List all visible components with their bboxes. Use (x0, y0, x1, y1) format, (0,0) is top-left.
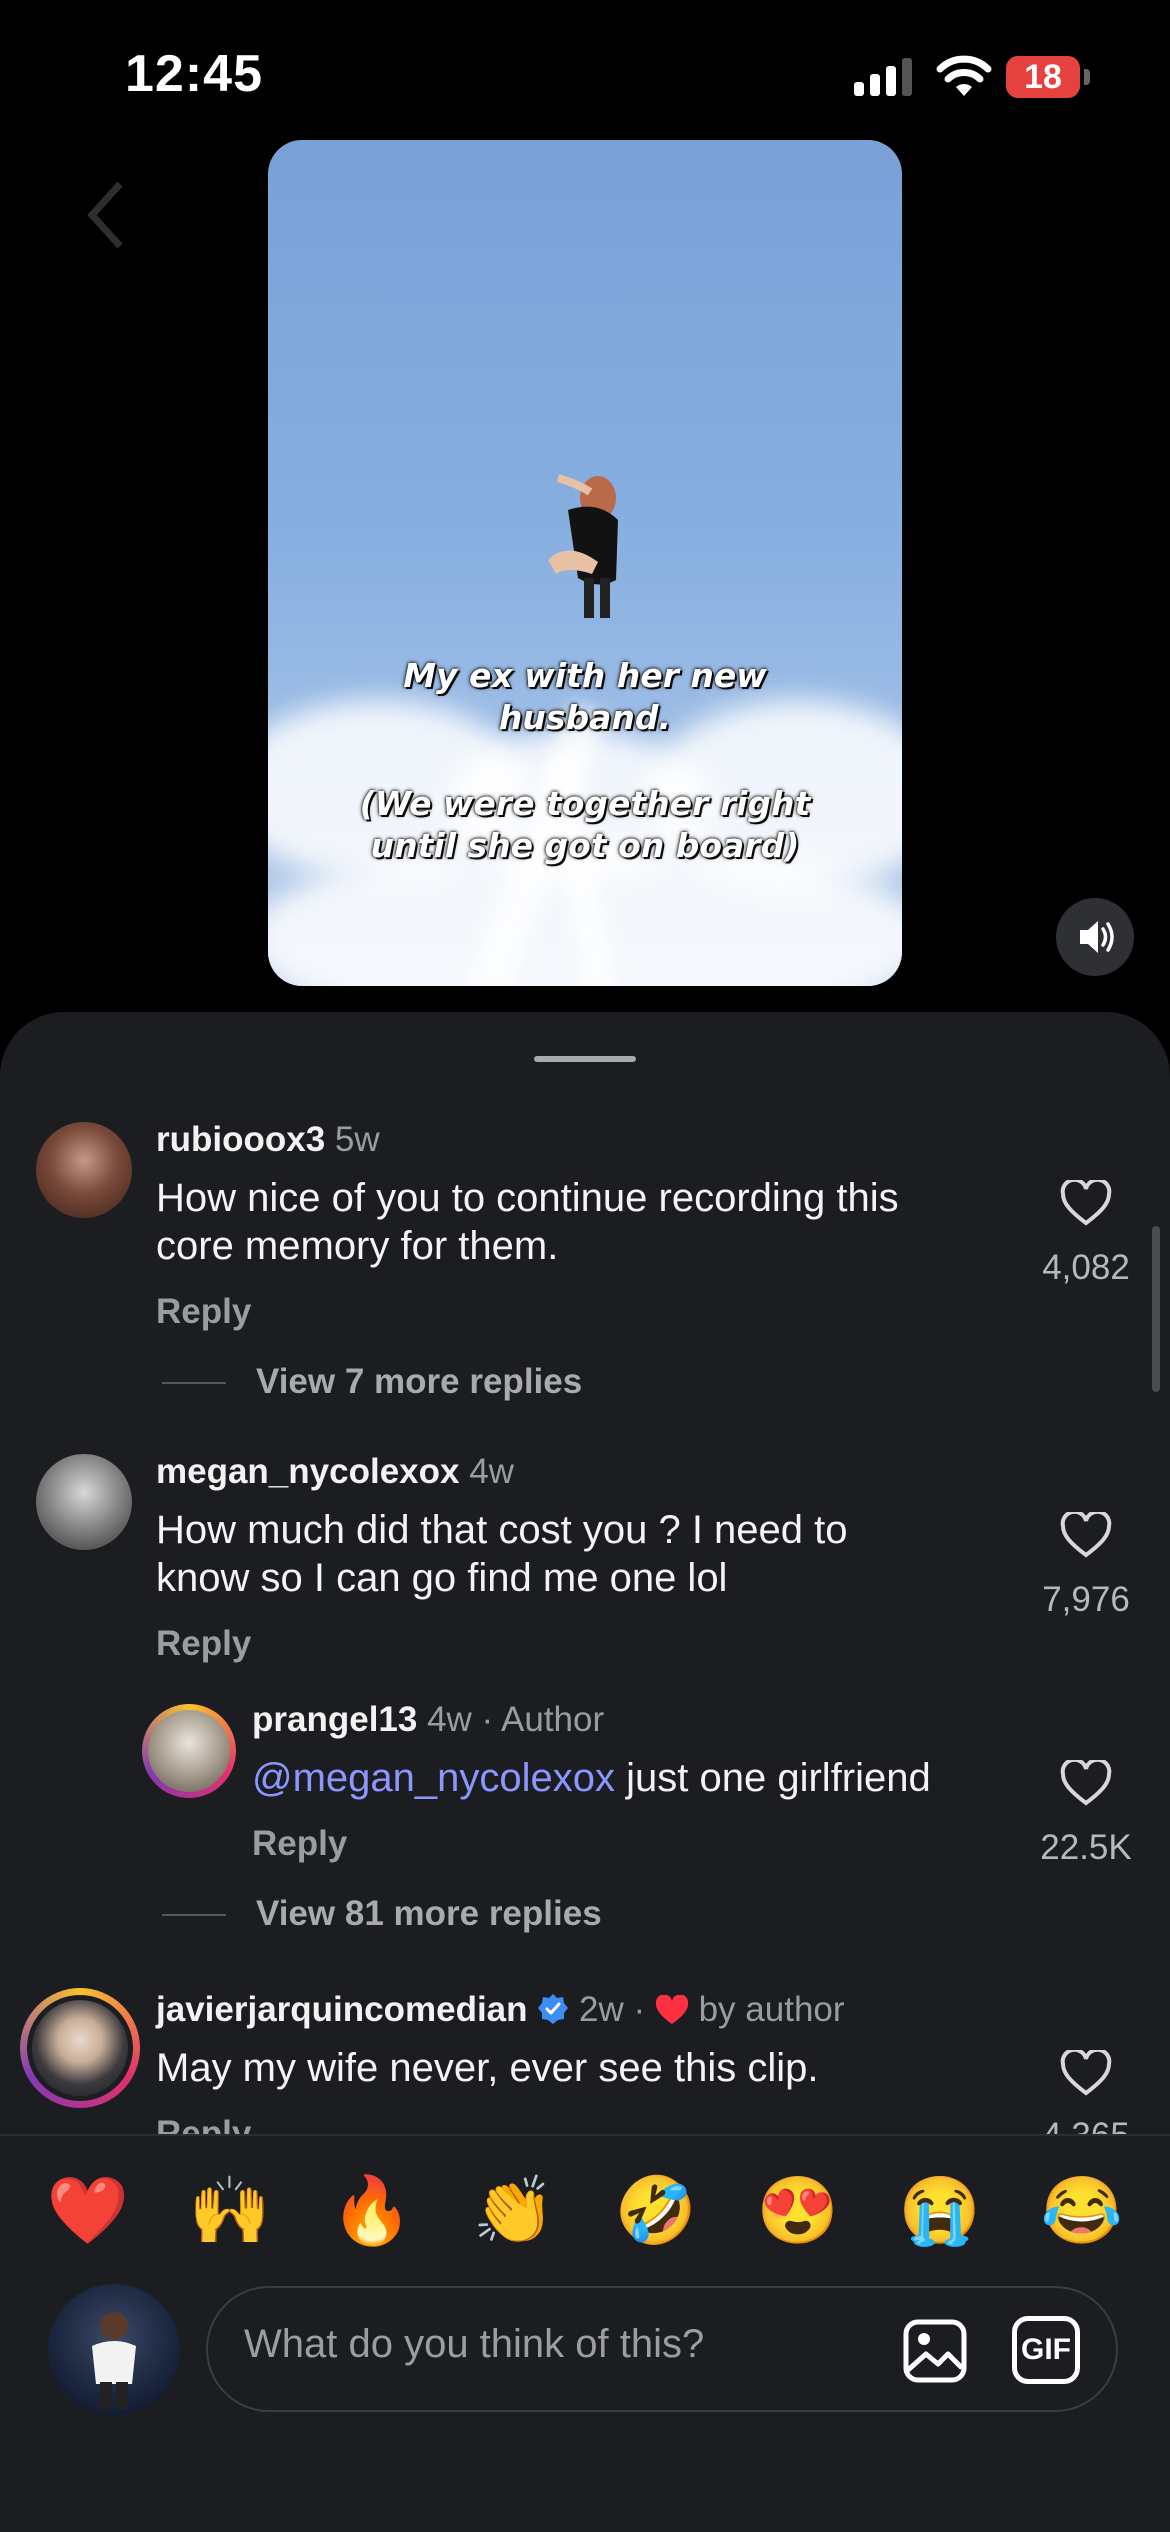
reply-button[interactable]: Reply (156, 1292, 251, 1332)
mention-link[interactable]: @megan_nycolexox (252, 1756, 615, 1800)
username-text[interactable]: javierjarquincomedian (156, 1990, 528, 2029)
emoji-heart-eyes[interactable]: 😍 (753, 2165, 843, 2255)
emoji-fire[interactable]: 🔥 (327, 2165, 417, 2255)
caption-line-2: husband. (498, 698, 672, 737)
comments-list: rubiooox3 5w How nice of you to continue… (0, 1100, 1170, 2134)
liked-by-author-label: by author (698, 1990, 845, 2029)
comment-username[interactable]: rubiooox3 5w (156, 1120, 380, 1160)
reply-button[interactable]: Reply (156, 1624, 251, 1664)
comment-text-line: core memory for them. (156, 1224, 559, 1268)
battery-indicator: 18 (1006, 56, 1090, 98)
sound-toggle-button[interactable] (1056, 898, 1134, 976)
avatar-photo (32, 2000, 128, 2096)
thread-line (162, 1382, 226, 1384)
thread-line (162, 1914, 226, 1916)
heart-icon[interactable] (1060, 1512, 1112, 1558)
comment-age: 5w (334, 1120, 380, 1159)
verified-badge-icon (538, 1994, 569, 2024)
flyboard-riders-image (548, 474, 618, 618)
image-picker-icon[interactable] (902, 2318, 968, 2384)
heart-icon[interactable] (1060, 1180, 1112, 1226)
back-chevron-icon[interactable] (86, 180, 126, 250)
heart-icon[interactable] (1060, 2050, 1112, 2096)
video-player[interactable]: My ex with her new husband. (We were tog… (268, 140, 902, 986)
avatar-javierjarquincomedian[interactable] (20, 1988, 140, 2108)
view-more-replies[interactable]: View 7 more replies (256, 1362, 582, 1402)
avatar-photo (92, 2312, 136, 2410)
heart-icon[interactable] (1060, 1760, 1112, 1806)
speaker-icon (1080, 921, 1114, 953)
emoji-reaction-bar (0, 2134, 1170, 2286)
reply-button[interactable]: Reply (252, 1824, 347, 1864)
caption-line-3: (We were together right (359, 784, 811, 823)
cellular-signal-icon (854, 58, 912, 96)
like-count: 4,365 (1026, 2116, 1146, 2134)
status-time: 12:45 (125, 45, 263, 103)
avatar-rubiooox3[interactable] (36, 1122, 132, 1218)
emoji-red-heart[interactable]: ❤️ (43, 2165, 133, 2255)
like-count: 22.5K (1040, 1828, 1132, 1867)
comment-text-line: know so I can go find me one lol (156, 1556, 728, 1600)
comment-input-placeholder[interactable]: What do you think of this? (244, 2322, 704, 2367)
username-text[interactable]: prangel13 (252, 1700, 417, 1739)
emoji-tears-of-joy[interactable]: 😂 (1037, 2165, 1127, 2255)
current-user-avatar (48, 2284, 180, 2416)
comment-username[interactable]: javierjarquincomedian 2w · by author (156, 1990, 845, 2030)
username-text[interactable]: megan_nycolexox (156, 1452, 459, 1491)
battery-tip (1084, 69, 1090, 85)
like-count: 4,082 (1042, 1248, 1130, 1287)
wifi-icon (936, 55, 992, 96)
avatar-prangel13[interactable] (142, 1704, 236, 1798)
liked-by-author-heart-icon (655, 1995, 688, 2024)
sheet-drag-handle[interactable] (534, 1056, 636, 1062)
comment-text-line: May my wife never, ever see this clip. (156, 2046, 819, 2090)
comment-age: 4w (469, 1452, 514, 1491)
comment-text-line: How nice of you to continue recording th… (156, 1176, 899, 1220)
reply-text-body: just one girlfriend (615, 1756, 931, 1800)
emoji-loudly-crying[interactable]: 😭 (895, 2165, 985, 2255)
reply-text: @megan_nycolexox just one girlfriend (252, 1754, 931, 1802)
reply-button[interactable]: Reply (156, 2114, 251, 2134)
username-text[interactable]: rubiooox3 (156, 1120, 325, 1159)
emoji-rolling-laughing[interactable]: 🤣 (611, 2165, 701, 2255)
caption-line-1: My ex with her new (403, 656, 767, 695)
like-count: 7,976 (1042, 1580, 1130, 1619)
comment-username[interactable]: megan_nycolexox 4w (156, 1452, 514, 1492)
avatar-photo (148, 1710, 230, 1792)
emoji-raising-hands[interactable]: 🙌 (185, 2165, 275, 2255)
status-bar: 12:45 18 (0, 0, 1170, 140)
caption-line-4: until she got on board) (370, 826, 800, 865)
view-more-replies[interactable]: View 81 more replies (256, 1894, 602, 1934)
emoji-clapping-hands[interactable]: 👏 (469, 2165, 559, 2255)
reply-meta: 4w · Author (427, 1700, 605, 1739)
comment-text-line: How much did that cost you ? I need to (156, 1508, 848, 1552)
reply-username[interactable]: prangel13 4w · Author (252, 1700, 604, 1740)
gif-button[interactable]: GIF (1012, 2316, 1080, 2384)
battery-level: 18 (1024, 58, 1062, 96)
comment-age: 2w · (579, 1990, 646, 2029)
avatar-megan-nycolexox[interactable] (36, 1454, 132, 1550)
